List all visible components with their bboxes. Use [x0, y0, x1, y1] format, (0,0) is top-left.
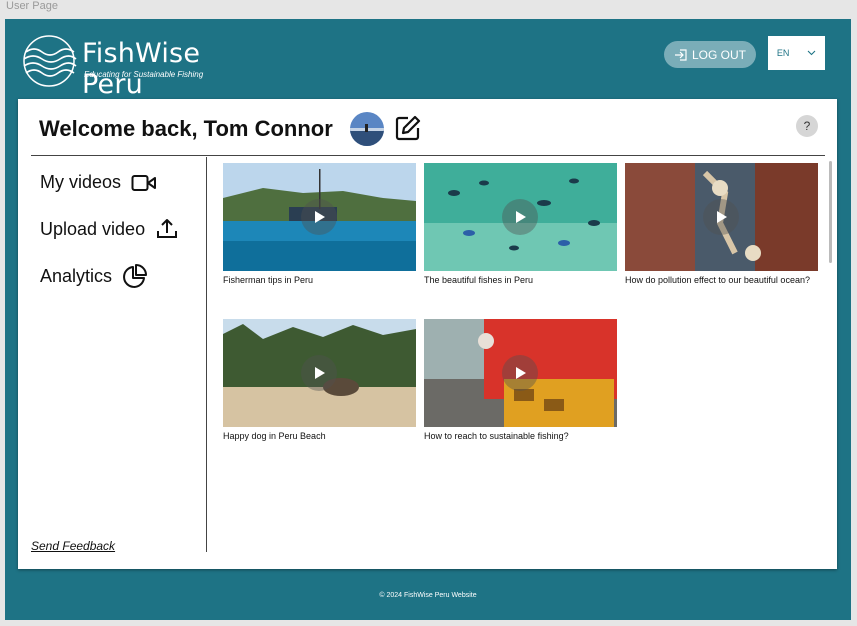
logout-label: LOG OUT [691, 47, 746, 62]
pie-chart-icon [123, 264, 148, 288]
video-card[interactable]: Fisherman tips in Peru [223, 163, 416, 285]
video-card[interactable]: How to reach to sustainable fishing? [424, 319, 617, 441]
video-title[interactable]: How do pollution effect to our beautiful… [625, 275, 818, 285]
scrollbar[interactable] [829, 161, 832, 263]
edit-icon[interactable] [394, 114, 422, 142]
sidebar-item-label: My videos [40, 172, 122, 192]
waves-logo-icon [23, 35, 77, 87]
video-thumbnail[interactable] [223, 163, 416, 271]
play-icon[interactable] [301, 355, 337, 391]
footer-copyright: © 2024 FishWise Peru Website [379, 592, 477, 599]
logout-icon [674, 48, 687, 61]
frame-label: User Page [6, 0, 58, 12]
sidebar-item-label: Upload video [40, 218, 146, 239]
video-title[interactable]: Fisherman tips in Peru [223, 275, 416, 285]
sidebar-item-upload-video[interactable]: Upload video [40, 217, 179, 241]
language-value: EN [776, 48, 790, 58]
video-title[interactable]: Happy dog in Peru Beach [223, 431, 416, 441]
sidebar-item-label: Analytics [40, 265, 113, 286]
play-icon[interactable] [301, 199, 337, 235]
send-feedback-link[interactable]: Send Feedback [31, 539, 115, 553]
video-camera-icon [131, 174, 157, 191]
help-button[interactable]: ? [796, 115, 818, 137]
video-thumbnail[interactable] [625, 163, 818, 271]
play-icon[interactable] [502, 355, 538, 391]
video-title[interactable]: How to reach to sustainable fishing? [424, 431, 617, 441]
video-thumbnail[interactable] [424, 163, 617, 271]
brand-name: FishWise Peru [82, 38, 201, 100]
video-title[interactable]: The beautiful fishes in Peru [424, 275, 617, 285]
brand-logo[interactable]: FishWise Peru Educating for Sustainable … [22, 34, 262, 100]
play-icon[interactable] [502, 199, 538, 235]
video-card[interactable]: The beautiful fishes in Peru [424, 163, 617, 285]
video-thumbnail[interactable] [223, 319, 416, 427]
sidebar-item-analytics[interactable]: Analytics [40, 263, 148, 289]
avatar[interactable] [350, 112, 384, 146]
video-thumbnail[interactable] [424, 319, 617, 427]
chevron-down-icon [807, 50, 816, 56]
video-card[interactable]: Happy dog in Peru Beach [223, 319, 416, 441]
welcome-title: Welcome back, Tom Connor [39, 116, 333, 141]
main-panel: Welcome back, Tom Connor ? My videos Upl… [18, 99, 837, 569]
divider-vertical [206, 157, 207, 552]
divider-horizontal [31, 155, 825, 156]
language-select[interactable]: EN [768, 36, 825, 70]
sidebar-item-my-videos[interactable]: My videos [40, 172, 157, 193]
logout-button[interactable]: LOG OUT [664, 41, 756, 68]
brand-tagline: Educating for Sustainable Fishing [84, 70, 204, 79]
upload-icon [157, 219, 178, 238]
video-card[interactable]: How do pollution effect to our beautiful… [625, 163, 818, 285]
play-icon[interactable] [703, 199, 739, 235]
app-frame: FishWise Peru Educating for Sustainable … [5, 19, 851, 620]
